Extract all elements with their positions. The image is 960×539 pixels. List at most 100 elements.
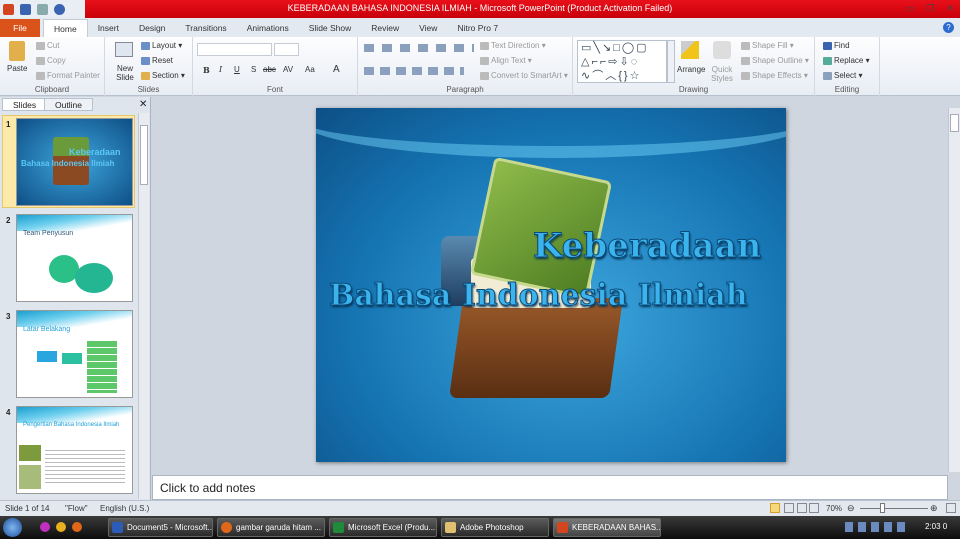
tab-insert[interactable]: Insert <box>88 19 129 37</box>
app-launch-icon[interactable] <box>40 522 50 532</box>
status-bar: Slide 1 of 14 "Flow" English (U.S.) 70% … <box>0 500 960 516</box>
slide-scrollbar[interactable] <box>948 108 960 472</box>
tab-review[interactable]: Review <box>361 19 409 37</box>
tab-file[interactable]: File <box>0 19 40 37</box>
slide-sorter-icon[interactable] <box>784 503 794 513</box>
tab-nitro[interactable]: Nitro Pro 7 <box>447 19 508 37</box>
start-button[interactable] <box>3 518 22 537</box>
system-tray-icons[interactable] <box>845 522 905 532</box>
find-button[interactable]: Find <box>823 41 850 50</box>
taskbar-word[interactable]: Document5 - Microsoft... <box>108 518 213 537</box>
shapes-gallery-scroll[interactable] <box>667 40 675 83</box>
quick-styles-icon <box>713 41 731 59</box>
layout-button[interactable]: Layout ▾ <box>141 41 182 50</box>
replace-button[interactable]: Replace ▾ <box>823 56 870 65</box>
cursor-icon <box>823 71 832 80</box>
tab-slides[interactable]: Slides <box>2 98 48 111</box>
restore-icon[interactable]: ❐ <box>926 3 934 14</box>
scrollbar-thumb[interactable] <box>140 125 148 185</box>
chrome-icon[interactable] <box>56 522 66 532</box>
clock[interactable]: 2:03 0 <box>925 522 947 531</box>
tab-home[interactable]: Home <box>43 19 88 37</box>
slide-title[interactable]: Keberadaan <box>532 226 761 267</box>
diagram-box <box>37 351 57 362</box>
format-painter-button[interactable]: Format Painter <box>36 71 100 80</box>
taskbar-photoshop[interactable]: Adobe Photoshop <box>441 518 549 537</box>
slide-1[interactable]: Keberadaan Bahasa Indonesia Ilmiah <box>316 108 786 462</box>
shape-outline-button[interactable]: Shape Outline ▾ <box>741 56 809 65</box>
taskbar-excel[interactable]: Microsoft Excel (Produ... <box>329 518 437 537</box>
zoom-out-icon[interactable]: ⊖ <box>847 503 855 514</box>
arrange-button[interactable]: Arrange <box>677 65 705 74</box>
zoom-slider[interactable] <box>860 508 928 509</box>
section-icon <box>141 71 150 80</box>
replace-icon <box>823 56 832 65</box>
tab-slide-show[interactable]: Slide Show <box>299 19 362 37</box>
char-spacing-button[interactable]: AV <box>283 65 293 74</box>
clipboard-group: Paste Cut Copy Format Painter Clipboard <box>0 37 105 96</box>
align-text-button[interactable]: Align Text ▾ <box>480 56 532 65</box>
book-brown <box>448 298 624 398</box>
select-button[interactable]: Select ▾ <box>823 71 862 80</box>
shadow-button[interactable]: S <box>251 65 256 74</box>
font-size-input[interactable] <box>274 43 299 56</box>
shape-fill-button[interactable]: Shape Fill ▾ <box>741 41 794 50</box>
tab-design[interactable]: Design <box>129 19 175 37</box>
new-slide-button[interactable]: New Slide <box>113 64 137 82</box>
paste-button[interactable]: Paste <box>7 64 27 73</box>
italic-button[interactable]: I <box>219 65 222 74</box>
normal-view-icon[interactable] <box>770 503 780 513</box>
reading-view-icon[interactable] <box>797 503 807 513</box>
align-buttons[interactable] <box>364 67 464 75</box>
slide-thumbnail-3[interactable]: Latar Belakang <box>16 310 133 398</box>
taskbar-firefox[interactable]: gambar garuda hitam ... <box>217 518 325 537</box>
tab-animations[interactable]: Animations <box>237 19 299 37</box>
copy-button[interactable]: Copy <box>36 56 66 65</box>
text-direction-button[interactable]: Text Direction ▾ <box>480 41 546 50</box>
wave-decoration <box>316 108 786 158</box>
help-icon[interactable]: ? <box>943 22 954 33</box>
paint-bucket-icon <box>741 41 750 50</box>
strikethrough-button[interactable]: abc <box>263 65 276 74</box>
slide-thumbnail-1[interactable]: Keberadaan Bahasa Indonesia Ilmiah <box>16 118 133 206</box>
reset-button[interactable]: Reset <box>141 56 173 65</box>
quick-styles-button[interactable]: Quick Styles <box>710 65 734 83</box>
shape-effects-button[interactable]: Shape Effects ▾ <box>741 71 808 80</box>
underline-button[interactable]: U <box>234 65 240 74</box>
text-direction-icon <box>480 41 489 50</box>
list-buttons[interactable] <box>364 44 474 52</box>
shapes-gallery[interactable]: ▭╲↘□◯▢ △⌐⌐⇨⇩◌ ∿⌒︿{}☆ <box>577 40 667 83</box>
close-icon[interactable]: ✕ <box>946 3 954 14</box>
taskbar-powerpoint[interactable]: KEBERADAAN BAHAS... <box>553 518 661 537</box>
font-group: B I U S abc AV Aa A Font <box>193 37 358 96</box>
tab-transitions[interactable]: Transitions <box>175 19 236 37</box>
change-case-button[interactable]: Aa <box>305 65 315 74</box>
slideshow-icon[interactable] <box>809 503 819 513</box>
firefox-icon[interactable] <box>72 522 82 532</box>
fit-slide-icon[interactable] <box>946 503 956 513</box>
convert-smartart-button[interactable]: Convert to SmartArt ▾ <box>480 71 568 80</box>
cut-button[interactable]: Cut <box>36 41 59 50</box>
paste-icon <box>9 41 25 61</box>
minimize-icon[interactable]: ▭ <box>906 3 915 14</box>
effects-icon <box>741 71 750 80</box>
language[interactable]: English (U.S.) <box>100 504 149 513</box>
tab-view[interactable]: View <box>409 19 447 37</box>
scrollbar-thumb[interactable] <box>950 114 959 132</box>
ribbon-tabs: File Home Insert Design Transitions Anim… <box>0 18 960 37</box>
section-button[interactable]: Section ▾ <box>141 71 185 80</box>
font-name-input[interactable] <box>197 43 272 56</box>
pane-scrollbar[interactable] <box>138 113 149 499</box>
zoom-in-icon[interactable]: ⊕ <box>930 503 938 514</box>
notes-input[interactable]: Click to add notes <box>152 475 948 500</box>
zoom-level[interactable]: 70% <box>826 504 842 513</box>
zoom-slider-thumb[interactable] <box>880 503 885 513</box>
bold-button[interactable]: B <box>203 65 210 75</box>
slide-thumbnail-2[interactable]: Team Penyusun <box>16 214 133 302</box>
slide-subtitle[interactable]: Bahasa Indonesia Ilmiah <box>329 278 749 314</box>
close-pane-icon[interactable]: ✕ <box>139 99 147 110</box>
tab-outline[interactable]: Outline <box>44 98 93 111</box>
thumb-subtitle: Bahasa Indonesia Ilmiah <box>21 159 115 168</box>
slide-thumbnail-4[interactable]: Pengertian Bahasa Indonesia Ilmiah <box>16 406 133 494</box>
font-color-button[interactable]: A <box>333 64 340 75</box>
